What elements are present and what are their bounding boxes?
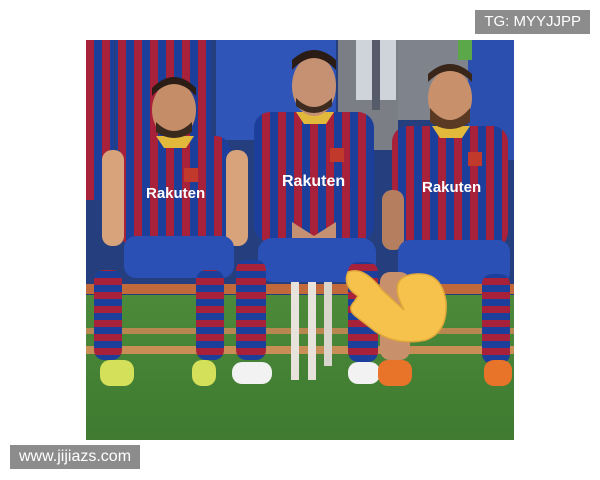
sponsor-text-center: Rakuten (282, 173, 345, 190)
sponsor-text-left: Rakuten (146, 185, 205, 202)
sponsor-text-right: Rakuten (422, 179, 481, 196)
watermark-tg-label: TG: MYYJJPP (475, 10, 590, 34)
watermark-site-url: www.jijiazs.com (10, 445, 141, 469)
team-photo: Rakuten Rakuten Rakuten (86, 40, 514, 440)
